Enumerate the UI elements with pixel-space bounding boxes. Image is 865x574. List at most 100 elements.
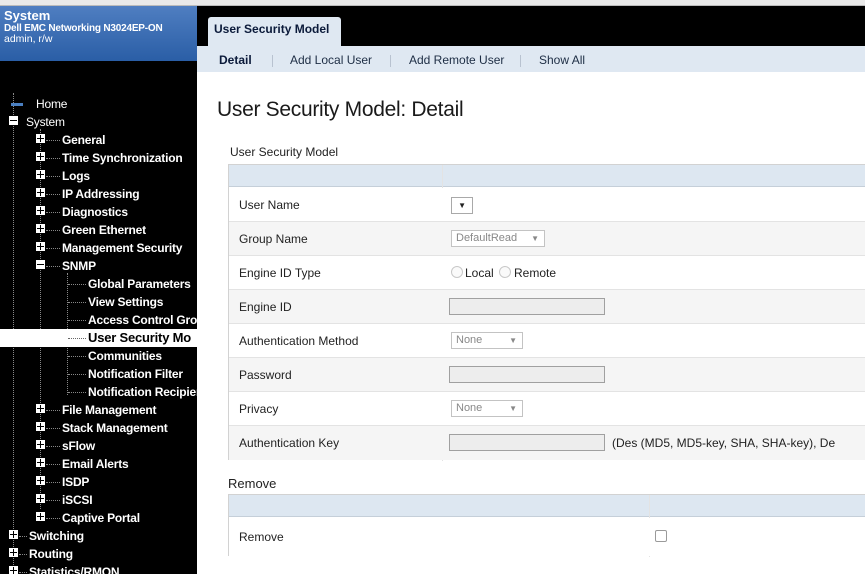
collapse-icon[interactable] <box>36 260 45 269</box>
row-label: Group Name <box>239 232 308 246</box>
tree-label: Communities <box>88 349 162 363</box>
expand-icon[interactable] <box>36 224 45 233</box>
row-authentication-method: Authentication Method None ▼ <box>229 324 865 358</box>
tree-label: Logs <box>62 169 90 183</box>
tree-item-user-security-model[interactable]: User Security Mo <box>0 329 197 347</box>
expand-icon[interactable] <box>36 512 45 521</box>
tree-label: Time Synchronization <box>62 151 183 165</box>
tree-label: Management Security <box>62 241 183 255</box>
sub-navigation: Detail Add Local User Add Remote User Sh… <box>197 46 865 72</box>
expand-icon[interactable] <box>36 242 45 251</box>
row-label: Engine ID <box>239 300 292 314</box>
row-label: User Name <box>239 198 300 212</box>
chevron-down-icon: ▼ <box>458 201 466 210</box>
expand-icon[interactable] <box>36 458 45 467</box>
subnav-add-local-user[interactable]: Add Local User <box>290 46 372 74</box>
subnav-show-all[interactable]: Show All <box>539 46 585 74</box>
tree-label: Home <box>36 97 68 111</box>
expand-icon[interactable] <box>36 494 45 503</box>
expand-icon[interactable] <box>9 566 18 574</box>
tree-label: User Security Mo <box>88 330 192 345</box>
home-icon <box>11 103 23 106</box>
tree-label: Email Alerts <box>62 457 129 471</box>
row-label: Password <box>239 368 292 382</box>
subnav-detail[interactable]: Detail <box>219 46 252 74</box>
tree-item-system[interactable]: System <box>9 113 197 131</box>
tree-label: SNMP <box>62 259 96 273</box>
table-header <box>229 495 865 517</box>
usm-section-title: User Security Model <box>230 145 339 159</box>
row-password: Password <box>229 358 865 392</box>
tree-label: iSCSI <box>62 493 93 507</box>
tree-label: System <box>26 115 65 129</box>
tree-label: sFlow <box>62 439 96 453</box>
tree-label: Routing <box>29 547 73 561</box>
tree-label: Access Control Grou <box>88 313 197 327</box>
tree-label: ISDP <box>62 475 90 489</box>
expand-icon[interactable] <box>36 440 45 449</box>
group-name-select[interactable]: DefaultRead ▼ <box>451 230 545 247</box>
expand-icon[interactable] <box>9 530 18 539</box>
tree-label: Green Ethernet <box>62 223 146 237</box>
row-privacy: Privacy None ▼ <box>229 392 865 426</box>
engine-id-local-radio[interactable] <box>451 266 463 278</box>
row-remove: Remove <box>229 518 865 556</box>
row-user-name: User Name ▼ <box>229 188 865 222</box>
tree-label: Diagnostics <box>62 205 128 219</box>
navigation-tree: Home System General Time Synchronization… <box>0 61 197 574</box>
page-title: User Security Model: Detail <box>217 98 464 121</box>
tree-label: Notification Recipier <box>88 385 197 399</box>
tree-label: Notification Filter <box>88 367 183 381</box>
expand-icon[interactable] <box>36 476 45 485</box>
expand-icon[interactable] <box>36 188 45 197</box>
expand-icon[interactable] <box>36 134 45 143</box>
tree-line <box>40 129 41 509</box>
divider <box>272 55 273 67</box>
engine-id-remote-radio[interactable] <box>499 266 511 278</box>
row-engine-id: Engine ID <box>229 290 865 324</box>
radio-label-local: Local <box>465 266 494 280</box>
auth-key-input[interactable] <box>449 434 605 451</box>
chevron-down-icon: ▼ <box>509 336 517 345</box>
tree-label: Stack Management <box>62 421 168 435</box>
row-label: Authentication Key <box>239 436 340 450</box>
sidebar-header: System Dell EMC Networking N3024EP-ON ad… <box>0 6 197 61</box>
tree-label: View Settings <box>88 295 164 309</box>
divider <box>390 55 391 67</box>
auth-method-select[interactable]: None ▼ <box>451 332 523 349</box>
subnav-add-remote-user[interactable]: Add Remote User <box>409 46 504 74</box>
tree-label: File Management <box>62 403 157 417</box>
tab-user-security-model[interactable]: User Security Model <box>208 17 341 46</box>
user-name-select[interactable]: ▼ <box>451 197 473 214</box>
engine-id-input[interactable] <box>449 298 605 315</box>
expand-icon[interactable] <box>9 548 18 557</box>
row-group-name: Group Name DefaultRead ▼ <box>229 222 865 256</box>
chevron-down-icon: ▼ <box>531 234 539 243</box>
tree-label: Switching <box>29 529 84 543</box>
expand-icon[interactable] <box>36 422 45 431</box>
auth-key-hint: (Des (MD5, MD5-key, SHA, SHA-key), De <box>612 436 836 450</box>
expand-icon[interactable] <box>36 170 45 179</box>
table-header <box>229 165 865 187</box>
remove-checkbox[interactable] <box>655 530 667 542</box>
tab-bar: User Security Model <box>197 6 865 46</box>
row-authentication-key: Authentication Key (Des (MD5, MD5-key, S… <box>229 426 865 460</box>
chevron-down-icon: ▼ <box>509 404 517 413</box>
row-label: Engine ID Type <box>239 266 321 280</box>
sidebar: System Dell EMC Networking N3024EP-ON ad… <box>0 6 197 574</box>
current-user: admin, r/w <box>4 33 53 45</box>
password-input[interactable] <box>449 366 605 383</box>
remove-section-title: Remove <box>228 476 277 491</box>
remove-table: Remove <box>228 494 865 557</box>
row-label: Privacy <box>239 402 279 416</box>
expand-icon[interactable] <box>36 152 45 161</box>
collapse-icon[interactable] <box>9 116 18 125</box>
radio-label-remote: Remote <box>514 266 557 280</box>
privacy-select[interactable]: None ▼ <box>451 400 523 417</box>
tree-label: General <box>62 133 106 147</box>
row-engine-id-type: Engine ID Type Local Remote <box>229 256 865 290</box>
tree-label: IP Addressing <box>62 187 140 201</box>
expand-icon[interactable] <box>36 206 45 215</box>
tree-label: Statistics/RMON <box>29 565 120 574</box>
expand-icon[interactable] <box>36 404 45 413</box>
